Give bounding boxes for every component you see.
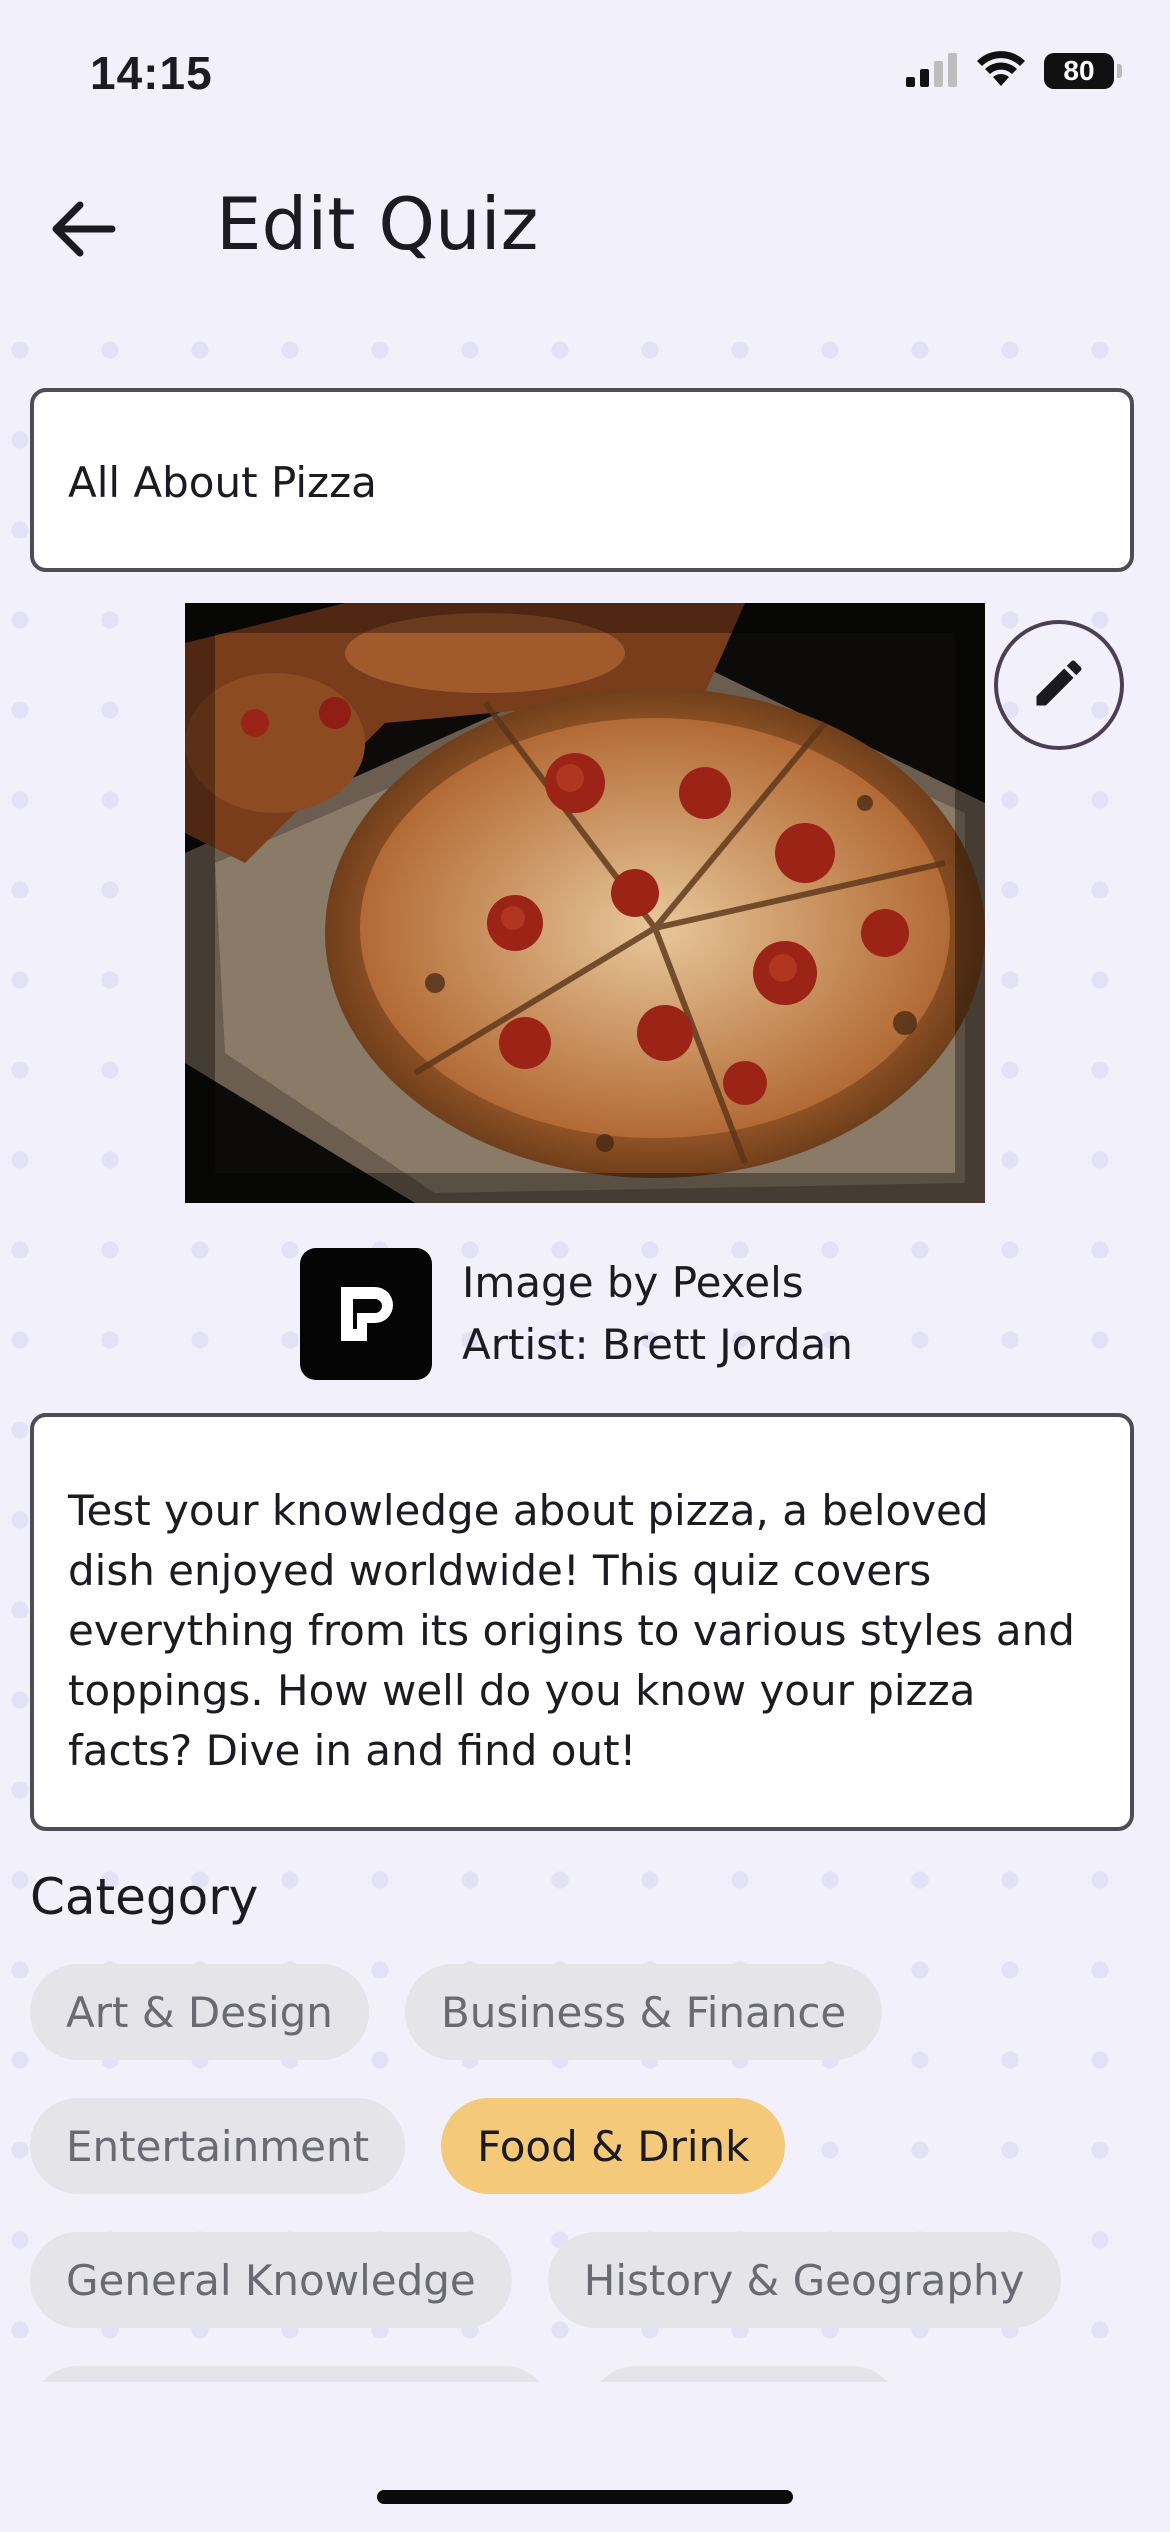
edit-image-button[interactable] — [994, 620, 1124, 750]
cellular-signal-icon — [906, 51, 958, 91]
quiz-cover-image — [185, 603, 985, 1203]
app-header: Edit Quiz — [0, 160, 1170, 290]
chip-row — [30, 2366, 1140, 2382]
category-label: Category — [30, 1868, 259, 1926]
credit-artist: Artist: Brett Jordan — [462, 1320, 853, 1369]
quiz-description-value: Test your knowledge about pizza, a belov… — [68, 1486, 1075, 1775]
pexels-logo — [300, 1248, 432, 1380]
credit-text: Image by Pexels Artist: Brett Jordan — [462, 1252, 853, 1376]
chip-row: Art & Design Business & Finance — [30, 1964, 1140, 2060]
chip-food-drink[interactable]: Food & Drink — [441, 2098, 786, 2194]
chip-partially-hidden[interactable] — [588, 2366, 900, 2382]
chip-entertainment[interactable]: Entertainment — [30, 2098, 406, 2194]
chip-business-finance[interactable]: Business & Finance — [404, 1964, 883, 2060]
category-chips: Art & Design Business & Finance Entertai… — [30, 1964, 1140, 2382]
chip-row: General Knowledge History & Geography — [30, 2232, 1140, 2328]
status-time: 14:15 — [90, 47, 213, 99]
credit-source: Image by Pexels — [462, 1258, 804, 1307]
status-bar: 14:15 80 — [0, 0, 1170, 150]
wifi-icon — [976, 50, 1026, 92]
image-credit: Image by Pexels Artist: Brett Jordan — [300, 1248, 853, 1380]
chip-partially-hidden[interactable] — [30, 2366, 552, 2382]
status-icons: 80 — [906, 50, 1122, 92]
chip-general-knowledge[interactable]: General Knowledge — [30, 2232, 512, 2328]
quiz-title-field[interactable]: All About Pizza — [30, 388, 1134, 572]
arrow-left-icon — [50, 199, 116, 263]
chip-art-design[interactable]: Art & Design — [30, 1964, 369, 2060]
chip-row: Entertainment Food & Drink — [30, 2098, 1140, 2194]
quiz-description-field[interactable]: Test your knowledge about pizza, a belov… — [30, 1413, 1134, 1831]
home-indicator — [377, 2490, 793, 2504]
back-button[interactable] — [40, 188, 126, 274]
pencil-icon — [1029, 653, 1089, 717]
page-title: Edit Quiz — [216, 182, 539, 266]
battery-indicator: 80 — [1044, 53, 1122, 89]
quiz-title-value: All About Pizza — [68, 458, 377, 507]
chip-history-geography[interactable]: History & Geography — [547, 2232, 1061, 2328]
